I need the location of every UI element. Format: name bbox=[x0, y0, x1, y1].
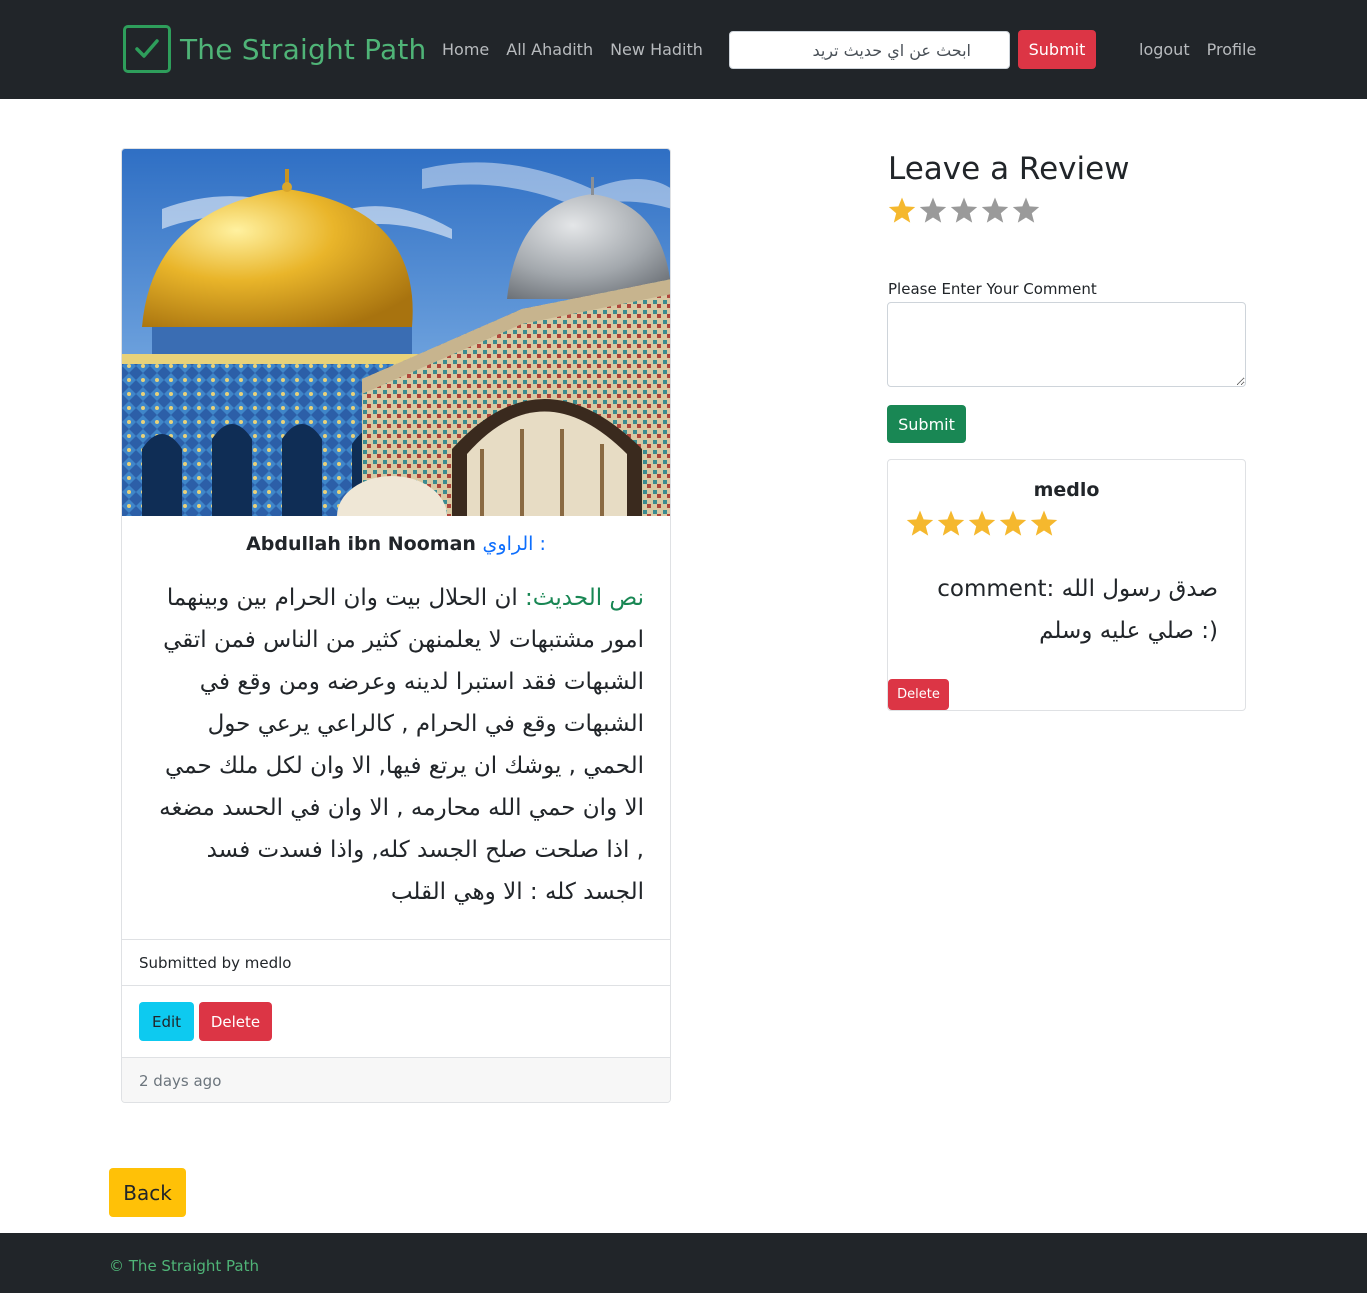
card-footer: 2 days ago bbox=[122, 1057, 670, 1102]
brand[interactable]: The Straight Path bbox=[123, 25, 427, 73]
nav-link-all-ahadith[interactable]: All Ahadith bbox=[506, 40, 593, 59]
divider bbox=[122, 939, 670, 940]
submitted-by: Submitted by medlo bbox=[139, 954, 292, 972]
star-empty-icon[interactable] bbox=[918, 196, 948, 226]
review-submit-button[interactable]: Submit bbox=[887, 405, 966, 443]
star-filled-icon bbox=[999, 510, 1027, 536]
logout-link[interactable]: logout bbox=[1139, 40, 1190, 59]
hadith-text-body: ان الحلال بيت وان الحرام بين وبينهما امو… bbox=[159, 585, 644, 905]
comment-textarea[interactable] bbox=[887, 302, 1246, 387]
review-username: medlo bbox=[1033, 479, 1100, 501]
footer: © The Straight Path bbox=[0, 1233, 1367, 1293]
star-filled-icon bbox=[906, 510, 934, 536]
navbar: The Straight Path Home All Ahadith New H… bbox=[0, 0, 1367, 99]
review-title: Leave a Review bbox=[888, 151, 1130, 187]
review-rating bbox=[905, 509, 1060, 539]
star-filled-icon[interactable] bbox=[887, 196, 917, 226]
divider bbox=[122, 985, 670, 986]
footer-copyright: © The Straight Path bbox=[109, 1257, 259, 1275]
rating-input[interactable] bbox=[887, 196, 1042, 226]
review-card: medlo comment: صدق رسول الله صلي عليه وس… bbox=[887, 459, 1246, 711]
brand-name: The Straight Path bbox=[180, 32, 427, 66]
edit-button[interactable]: Edit bbox=[139, 1002, 194, 1041]
search-input[interactable] bbox=[729, 31, 1010, 69]
delete-hadith-button[interactable]: Delete bbox=[199, 1002, 272, 1041]
nav-links: Home All Ahadith New Hadith bbox=[442, 40, 703, 59]
hadith-text: نص الحديث: ان الحلال بيت وان الحرام بين … bbox=[150, 577, 644, 913]
star-empty-icon[interactable] bbox=[1011, 196, 1041, 226]
hadith-text-label: نص الحديث: bbox=[525, 585, 644, 611]
nav-link-home[interactable]: Home bbox=[442, 40, 489, 59]
delete-review-button[interactable]: Delete bbox=[888, 679, 949, 710]
back-button[interactable]: Back bbox=[109, 1168, 186, 1217]
posted-time: 2 days ago bbox=[139, 1072, 222, 1090]
hadith-image bbox=[122, 149, 670, 516]
nav-right-links: logout Profile bbox=[1139, 40, 1256, 59]
star-empty-icon[interactable] bbox=[949, 196, 979, 226]
narrator-label: الراوي : bbox=[482, 533, 546, 555]
star-filled-icon bbox=[1030, 510, 1058, 536]
hadith-card: Abdullah ibn Nooman الراوي : نص الحديث: … bbox=[121, 148, 671, 1103]
narrator-name: Abdullah ibn Nooman bbox=[246, 533, 476, 555]
review-comment: comment: صدق رسول الله صلي عليه وسلم :) bbox=[937, 576, 1218, 644]
nav-link-new-hadith[interactable]: New Hadith bbox=[610, 40, 703, 59]
narrator-line: Abdullah ibn Nooman الراوي : bbox=[122, 533, 670, 555]
star-empty-icon[interactable] bbox=[980, 196, 1010, 226]
profile-link[interactable]: Profile bbox=[1207, 40, 1257, 59]
brand-check-icon bbox=[123, 25, 171, 73]
search-submit-button[interactable]: Submit bbox=[1018, 30, 1096, 69]
star-filled-icon bbox=[968, 510, 996, 536]
comment-label: Please Enter Your Comment bbox=[888, 280, 1097, 298]
star-filled-icon bbox=[937, 510, 965, 536]
